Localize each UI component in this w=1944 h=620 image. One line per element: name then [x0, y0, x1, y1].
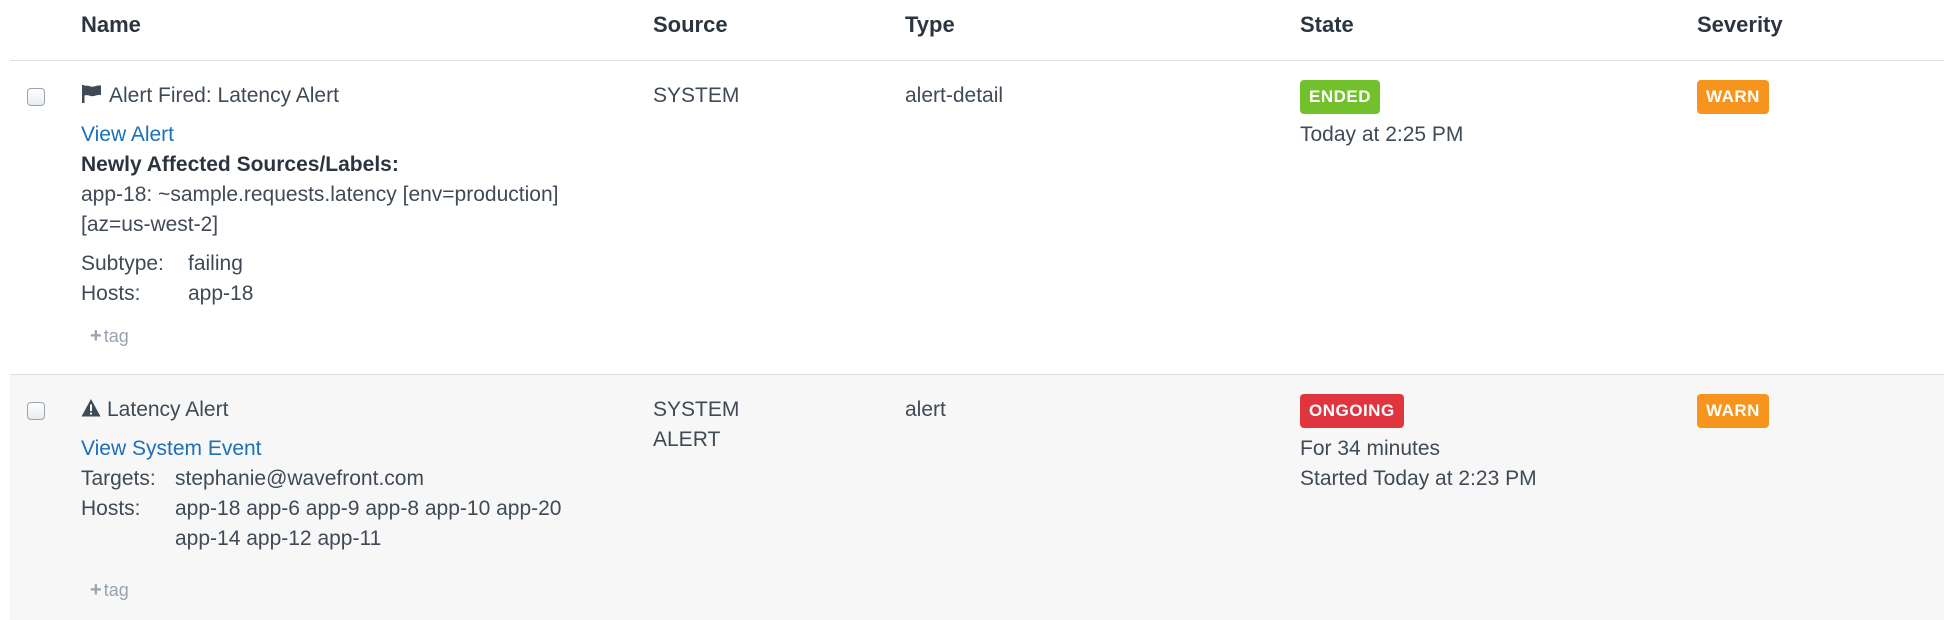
add-tag-button[interactable]: + tag — [90, 325, 129, 348]
column-header-source[interactable]: Source — [653, 12, 728, 38]
event-title: Alert Fired: Latency Alert — [81, 81, 339, 113]
event-title-text: Latency Alert — [107, 398, 229, 421]
add-tag-label: tag — [103, 580, 129, 600]
state-duration: For 34 minutes — [1300, 437, 1441, 460]
add-tag-label: tag — [103, 326, 129, 346]
affected-source-line: app-18: ~sample.requests.latency [env=pr… — [81, 183, 559, 206]
view-alert-link[interactable]: View Alert — [81, 120, 174, 150]
table-row: Latency Alert View System Event Targets:… — [10, 375, 1944, 620]
state-started: Started Today at 2:23 PM — [1300, 467, 1537, 490]
hosts-value: app-14 app-12 app-11 — [175, 527, 382, 550]
severity-badge-warn: WARN — [1697, 80, 1769, 114]
state-badge-ongoing: ONGOING — [1300, 394, 1404, 428]
event-type: alert-detail — [905, 84, 1004, 107]
event-title-text: Alert Fired: Latency Alert — [109, 84, 339, 107]
hosts-value: app-18 app-6 app-9 app-8 app-10 app-20 — [175, 497, 562, 520]
add-tag-button[interactable]: + tag — [90, 579, 129, 602]
affected-sources-heading: Newly Affected Sources/Labels: — [81, 153, 399, 176]
event-source: SYSTEM — [653, 84, 740, 107]
view-system-event-link[interactable]: View System Event — [81, 434, 262, 464]
column-header-type[interactable]: Type — [905, 12, 955, 38]
flag-icon — [81, 83, 103, 113]
affected-source-line: [az=us-west-2] — [81, 213, 219, 236]
subtype-label: Subtype: — [81, 252, 164, 275]
table-row: Alert Fired: Latency Alert View Alert Ne… — [10, 61, 1944, 375]
targets-label: Targets: — [81, 467, 156, 490]
column-header-name[interactable]: Name — [81, 12, 141, 38]
event-title: Latency Alert — [81, 395, 228, 427]
event-type: alert — [905, 398, 946, 421]
event-source: SYSTEM — [653, 398, 740, 421]
state-badge-ended: ENDED — [1300, 80, 1381, 114]
column-header-severity[interactable]: Severity — [1697, 12, 1783, 38]
subtype-value: failing — [188, 252, 243, 275]
column-header-state[interactable]: State — [1300, 12, 1354, 38]
warning-icon — [81, 397, 101, 427]
plus-icon: + — [90, 579, 102, 601]
table-header: Name Source Type State Severity — [10, 0, 1944, 61]
plus-icon: + — [90, 325, 102, 347]
row-select-checkbox[interactable] — [27, 88, 45, 106]
severity-badge-warn: WARN — [1697, 394, 1769, 428]
hosts-label: Hosts: — [81, 497, 141, 520]
hosts-value: app-18 — [188, 282, 254, 305]
targets-value: stephanie@wavefront.com — [175, 467, 424, 490]
events-table: Name Source Type State Severity Alert Fi… — [0, 0, 1944, 620]
state-time: Today at 2:25 PM — [1300, 123, 1464, 146]
event-source: ALERT — [653, 428, 721, 451]
hosts-label: Hosts: — [81, 282, 141, 305]
row-select-checkbox[interactable] — [27, 402, 45, 420]
